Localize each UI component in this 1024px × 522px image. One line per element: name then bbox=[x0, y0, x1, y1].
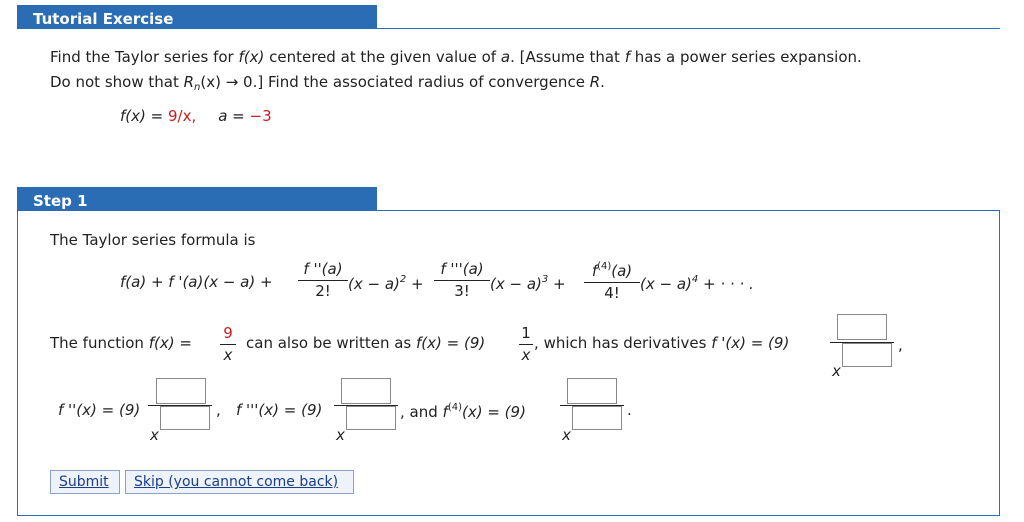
func-intro-text: The function bbox=[50, 334, 149, 352]
given-a-label: a = bbox=[218, 107, 250, 125]
problem-fx: f(x) bbox=[238, 48, 265, 66]
formula-term-0: f(a) + f '(a)(x − a) + bbox=[120, 273, 273, 291]
frac-9-num: 9 bbox=[223, 324, 233, 342]
f4-label: , and f(4)(x) = (9) bbox=[400, 403, 526, 420]
also-written: can also be written as f(x) = (9) bbox=[246, 336, 485, 351]
fpp-den-x: x bbox=[150, 426, 159, 444]
tutorial-header-line bbox=[17, 28, 1000, 29]
fppp-den-x: x bbox=[336, 426, 345, 444]
which-has: , which has derivatives f '(x) = (9) bbox=[534, 336, 789, 351]
formula-term-3: (x − a)3 + bbox=[490, 275, 566, 292]
tutorial-header-label: Tutorial Exercise bbox=[33, 10, 174, 28]
term-4-text: (x − a) bbox=[640, 275, 692, 293]
step1-header-label: Step 1 bbox=[33, 192, 88, 210]
frac-4-den: 4! bbox=[604, 284, 620, 302]
frac-3-den: 3! bbox=[454, 282, 470, 300]
term-tail: + · · · . bbox=[698, 275, 754, 293]
frac-3-bar bbox=[434, 280, 490, 281]
term-plus: + bbox=[406, 275, 424, 293]
also-text: can also be written as bbox=[246, 334, 416, 352]
f4-numerator-input[interactable] bbox=[567, 378, 617, 404]
frac-1-over-x: 1 x bbox=[519, 326, 533, 363]
fpp-numerator-input[interactable] bbox=[156, 378, 206, 404]
fppp-label: f '''(x) = (9) bbox=[236, 401, 323, 419]
f4-power: (4) bbox=[447, 402, 462, 413]
frac-4-num-a: (a) bbox=[611, 262, 633, 280]
problem-text: centered at the given value of bbox=[264, 48, 501, 66]
fprime-exponent-input[interactable] bbox=[842, 343, 892, 367]
frac-1-bar bbox=[519, 344, 533, 345]
problem-text: Do not show that bbox=[50, 73, 184, 91]
formula-frac-4: f(4)(a) 4! bbox=[584, 262, 640, 301]
skip-button[interactable]: Skip (you cannot come back) bbox=[125, 470, 354, 494]
fpp-exponent-input[interactable] bbox=[160, 406, 210, 430]
problem-a: a bbox=[500, 48, 511, 66]
term-3-text: (x − a) bbox=[490, 275, 542, 293]
frac-9-den: x bbox=[223, 346, 233, 364]
fprime-numerator-input[interactable] bbox=[837, 314, 887, 340]
fpp-comma: , bbox=[216, 401, 221, 419]
term-2-text: (x − a) bbox=[348, 275, 400, 293]
frac-1-den: x bbox=[521, 346, 531, 364]
given-function: f(x) = 9/x, a = −3 bbox=[120, 109, 272, 124]
formula-frac-2: f ''(a) 2! bbox=[298, 262, 348, 299]
f4-period: . bbox=[627, 401, 632, 419]
taylor-intro: The Taylor series formula is bbox=[50, 231, 256, 249]
func-fx-eq: f(x) = bbox=[148, 334, 192, 352]
step1-header: Step 1 bbox=[17, 187, 377, 210]
formula-term-4: (x − a)4 + · · · . bbox=[640, 275, 754, 292]
problem-line-1: Find the Taylor series for f(x) centered… bbox=[50, 50, 862, 65]
func-fx-eq2: f(x) = (9) bbox=[416, 334, 486, 352]
problem-text: (x) → 0.] Find the associated radius of … bbox=[200, 73, 590, 91]
frac-2-den: 2! bbox=[315, 282, 331, 300]
fprime-label: f '(x) = (9) bbox=[711, 334, 790, 352]
problem-text: Find the Taylor series for bbox=[50, 48, 239, 66]
formula-term-2: (x − a)2 + bbox=[348, 275, 424, 292]
tutorial-header: Tutorial Exercise bbox=[17, 5, 377, 28]
fppp-numerator-input[interactable] bbox=[341, 378, 391, 404]
fprime-den-x: x bbox=[832, 362, 841, 380]
term-plus: + bbox=[548, 275, 566, 293]
given-f-value: 9/x, bbox=[167, 107, 197, 125]
frac-4-num-power: (4) bbox=[597, 261, 612, 272]
frac-1-num: 1 bbox=[521, 324, 531, 342]
frac-9-bar bbox=[220, 344, 236, 345]
given-a-value: −3 bbox=[249, 107, 272, 125]
f4-rest: (x) = (9) bbox=[461, 403, 526, 421]
problem-R: R bbox=[589, 73, 601, 91]
frac-2-bar bbox=[298, 280, 348, 281]
which-text: which has derivatives bbox=[543, 334, 712, 352]
problem-text: . [Assume that bbox=[510, 48, 625, 66]
problem-text: . bbox=[600, 73, 605, 91]
fppp-exponent-input[interactable] bbox=[346, 406, 396, 430]
frac-9-over-x: 9 x bbox=[220, 326, 236, 363]
frac-2-num: f ''(a) bbox=[303, 260, 343, 278]
problem-text: has a power series expansion. bbox=[629, 48, 862, 66]
func-intro: The function f(x) = bbox=[50, 336, 192, 351]
frac-3-num: f '''(a) bbox=[440, 260, 484, 278]
problem-line-2: Do not show that Rn(x) → 0.] Find the as… bbox=[50, 75, 605, 93]
and-text: , and bbox=[400, 403, 443, 421]
fpp-label: f ''(x) = (9) bbox=[58, 401, 141, 419]
submit-button[interactable]: Submit bbox=[50, 470, 120, 494]
f4-den-x: x bbox=[562, 426, 571, 444]
fprime-comma: , bbox=[898, 336, 903, 354]
problem-rn: R bbox=[183, 73, 195, 91]
comma: , bbox=[534, 334, 539, 352]
f4-exponent-input[interactable] bbox=[572, 406, 622, 430]
frac-4-bar bbox=[584, 282, 640, 283]
formula-frac-3: f '''(a) 3! bbox=[434, 262, 490, 299]
given-f-label: f(x) = bbox=[120, 107, 168, 125]
